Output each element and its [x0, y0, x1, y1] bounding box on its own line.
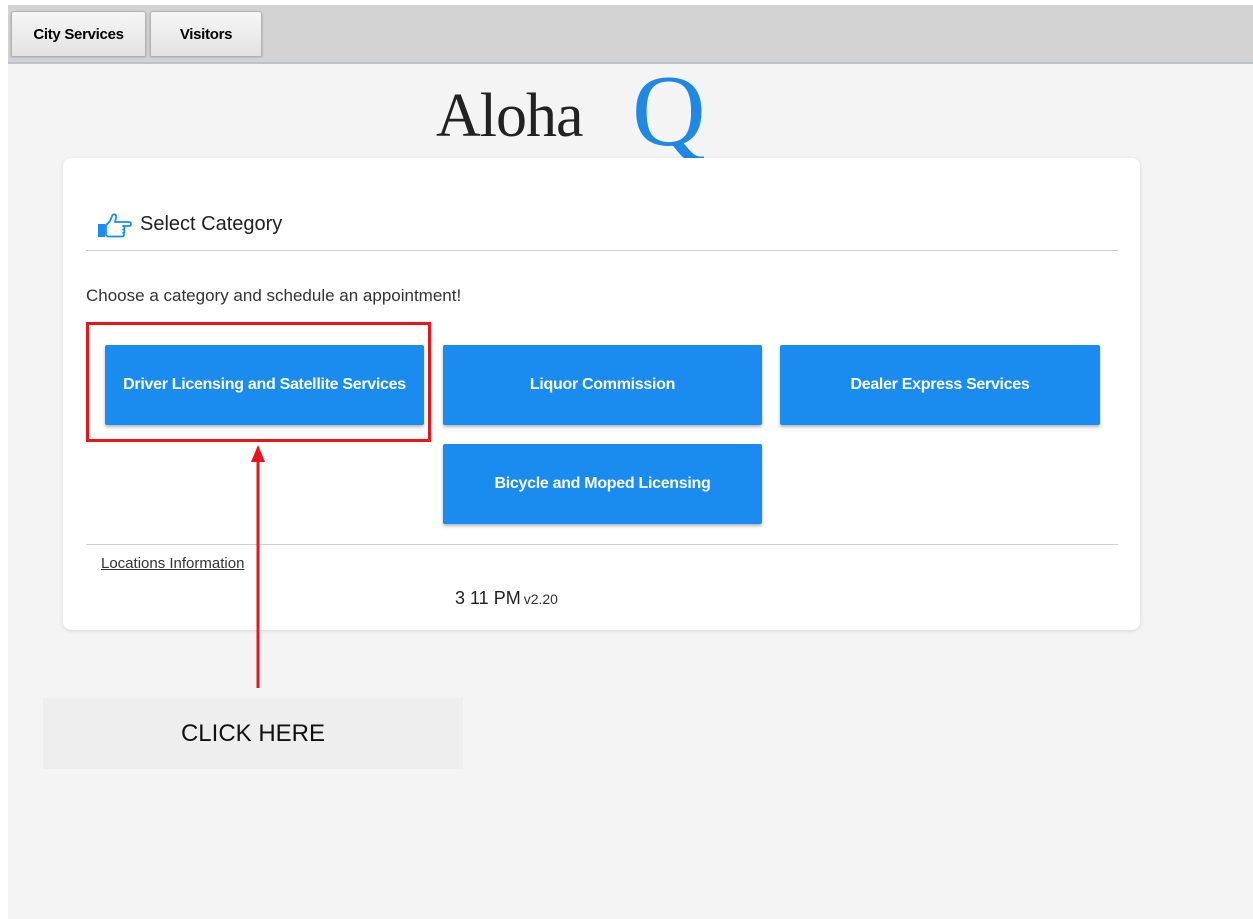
- locations-information-link[interactable]: Locations Information: [101, 555, 244, 572]
- instructions-text: Choose a category and schedule an appoin…: [86, 286, 462, 305]
- tab-bar: City Services Visitors: [8, 5, 1253, 64]
- liquor-commission-button[interactable]: Liquor Commission: [443, 345, 762, 425]
- click-here-label: CLICK HERE: [180, 719, 326, 747]
- card-title: Select Category: [140, 213, 283, 235]
- logo-accent: Q: [632, 55, 706, 168]
- logo-text: Aloha: [436, 82, 584, 150]
- hand-pointing-right-icon: [98, 213, 132, 238]
- dealer-express-button[interactable]: Dealer Express Services: [780, 345, 1100, 425]
- arrow-up-icon: [251, 445, 265, 688]
- tab-visitors[interactable]: Visitors: [150, 11, 262, 56]
- highlight-box: [86, 322, 431, 442]
- card-header: Select Category: [86, 208, 1118, 251]
- time-version: 3 11 PM v2.20: [455, 588, 558, 609]
- version-text: v2.20: [523, 591, 558, 607]
- card-divider: [86, 544, 1118, 545]
- page: City Services Visitors Aloha Q Select Ca…: [8, 5, 1253, 919]
- bicycle-moped-button[interactable]: Bicycle and Moped Licensing: [443, 444, 762, 524]
- click-here-callout: CLICK HERE: [43, 698, 463, 769]
- time-text: 3 11 PM: [455, 588, 521, 608]
- tab-city-services[interactable]: City Services: [11, 11, 146, 56]
